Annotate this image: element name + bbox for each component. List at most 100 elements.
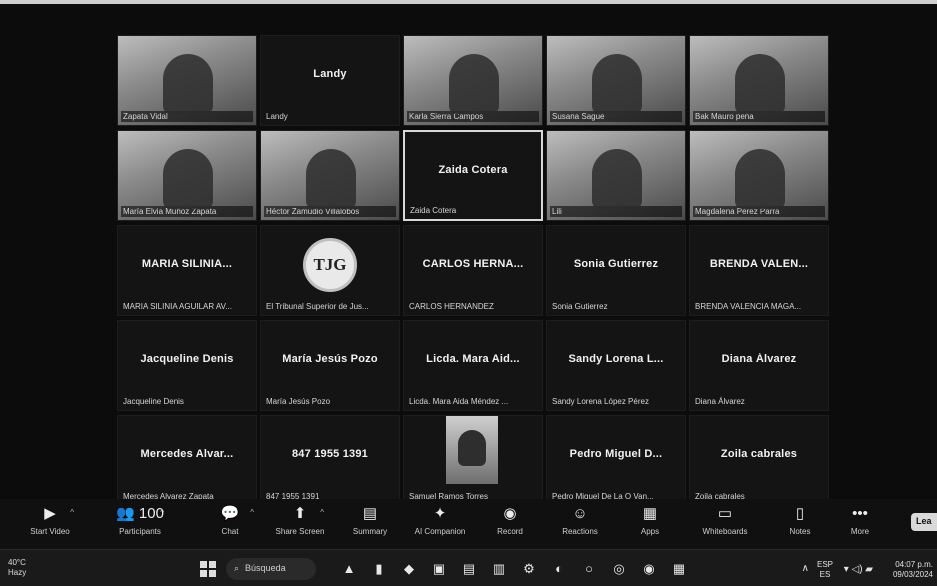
participant-tile[interactable]: Bak Mauro peña [689,35,829,126]
participant-tile[interactable]: Licda. Mara Aid... Licda. Mara Aida Ménde… [403,320,543,411]
windows-start-icon[interactable] [200,561,216,577]
participant-tile[interactable]: Lili [546,130,686,221]
participant-tile[interactable]: Zoila cabrales Zoila cabrales [689,415,829,506]
participant-tile[interactable]: Sandy Lorena L... Sandy Lorena López Pére… [546,320,686,411]
participant-tile[interactable]: Pedro Miguel D... Pedro Miguel De La O Va… [546,415,686,506]
toolbar-label: Start Video [30,527,70,536]
apps-icon: ▦ [642,505,658,522]
taskbar-app-icon[interactable]: ◉ [640,560,658,578]
ai-companion-button[interactable]: ✦ AI Companion [410,505,470,536]
taskbar-app-icon[interactable]: ▲ [340,560,358,578]
taskbar-app-icon[interactable]: ◆ [400,560,418,578]
participant-tile[interactable]: Karla Sierra Campos [403,35,543,126]
participant-name-tag: Bak Mauro peña [693,111,825,122]
language-indicator[interactable]: ESP ES [815,560,835,580]
participant-name-tag: Zaida Cotera [410,206,457,215]
participant-tile[interactable]: MARIA SILINIA... MARIA SILINIA AGUILAR AV… [117,225,257,316]
taskbar-search[interactable]: ⌕ Búsqueda [226,558,316,580]
participant-name-tag: María Jesús Pozo [266,397,331,406]
participant-display-name: Pedro Miguel D... [569,448,663,460]
participant-display-name: MARIA SILINIA... [141,258,233,270]
zoom-window: Zapata Vidal Landy Landy Karla Sierra Campo… [0,0,937,586]
taskbar-app-icon[interactable]: ▮ [370,560,388,578]
taskbar-app-icon[interactable]: ▤ [460,560,478,578]
keyboard-code: ES [819,570,831,579]
participant-display-name: María Jesús Pozo [282,353,378,365]
record-icon: ◉ [503,505,517,522]
participant-name-tag: Susana Sagué [550,111,682,122]
taskbar-app-icon[interactable]: ▥ [490,560,508,578]
participant-tile[interactable]: Mercedes Alvar... Mercedes Alvarez Zapata [117,415,257,506]
gallery-view: Zapata Vidal Landy Landy Karla Sierra Campo… [117,35,829,506]
participant-name-tag: El Tribunal Superior de Jus... [266,302,369,311]
taskbar-app-icon[interactable]: ◐ [550,560,568,578]
toolbar-label: Reactions [562,527,598,536]
more-icon: ••• [852,505,868,522]
network-volume-icons[interactable]: ▾ ◁) ▰ [844,564,873,575]
ai-companion-icon: ✦ [433,505,447,522]
participants-button[interactable]: 👥 100 Participants ^ [110,505,170,536]
apps-button[interactable]: ▦ Apps [620,505,680,536]
participant-tile[interactable]: Zapata Vidal [117,35,257,126]
search-placeholder: Búsqueda [245,563,286,573]
chevron-up-icon[interactable]: ^ [160,508,164,517]
participant-tile[interactable]: BRENDA VALEN... BRENDA VALENCIA MAGA... [689,225,829,316]
participant-tile[interactable]: TJG El Tribunal Superior de Jus... [260,225,400,316]
start-video-button[interactable]: ▶ Start Video ^ [20,505,80,536]
participant-tile[interactable]: Sonia Gutierrez Sonia Gutierrez [546,225,686,316]
participant-name-tag: María Elvia Muñoz Zapata [121,206,253,217]
participant-name-tag: BRENDA VALENCIA MAGA... [695,302,802,311]
participant-name-tag: Sandy Lorena López Pérez [552,397,649,406]
weather-widget[interactable]: 40°C Hazy [8,558,26,578]
clock[interactable]: 04:07 p.m. 09/03/2024 [877,560,933,580]
toolbar-label: Participants [119,527,161,536]
toolbar-label: Record [497,527,523,536]
participant-tile[interactable]: Landy Landy [260,35,400,126]
participant-display-name: Sonia Gutierrez [573,258,659,270]
participant-name-tag: Lili [550,206,682,217]
reactions-button[interactable]: ☺ Reactions [550,505,610,536]
participant-tile[interactable]: Jacqueline Denis Jacqueline Denis [117,320,257,411]
participant-display-name: Landy [313,68,347,80]
language-code: ESP [816,560,833,569]
participant-display-name: Jacqueline Denis [140,353,234,365]
participant-name-tag: Jacqueline Denis [123,397,184,406]
summary-button[interactable]: ▤ Summary [340,505,400,536]
participant-name-tag: Magdalena Pérez Parra [693,206,825,217]
chevron-up-icon[interactable]: ∧ [802,563,809,574]
taskbar-app-icon[interactable]: ⚙ [520,560,538,578]
clock-date: 09/03/2024 [892,570,933,579]
notes-button[interactable]: ▯ Notes [770,505,830,536]
participant-display-name: 847 1955 1391 [291,448,368,460]
participant-tile[interactable]: María Jesús Pozo María Jesús Pozo [260,320,400,411]
taskbar-app-icon[interactable]: ▣ [430,560,448,578]
reactions-icon: ☺ [572,505,588,522]
participant-tile[interactable]: Susana Sagué [546,35,686,126]
leave-button[interactable]: Lea [911,513,937,531]
participant-tile[interactable]: Zaida Cotera Zaida Cotera [403,130,543,221]
participant-tile[interactable]: María Elvia Muñoz Zapata [117,130,257,221]
participant-tile[interactable]: Samuel Ramos Torres [403,415,543,506]
taskbar-app-icon[interactable]: ▦ [670,560,688,578]
chevron-up-icon[interactable]: ^ [70,508,74,517]
participant-tile[interactable]: Magdalena Pérez Parra [689,130,829,221]
record-button[interactable]: ◉ Record [480,505,540,536]
chevron-up-icon[interactable]: ^ [320,508,324,517]
participant-tile[interactable]: Diana Álvarez Diana Álvarez [689,320,829,411]
participant-name-tag: Landy [266,112,288,121]
toolbar-label: Apps [640,527,660,536]
chevron-up-icon[interactable]: ^ [250,508,254,517]
chat-button[interactable]: 💬 Chat ^ [200,505,260,536]
participant-tile[interactable]: Héctor Zamudio Villalobos [260,130,400,221]
toolbar-label: Summary [352,527,388,536]
participant-tile[interactable]: CARLOS HERNA... CARLOS HERNANDEZ [403,225,543,316]
weather-temp: 40°C [8,558,26,567]
share-screen-button[interactable]: ⬆ Share Screen ^ [270,505,330,536]
taskbar-app-icon[interactable]: ◎ [610,560,628,578]
participant-tile[interactable]: 847 1955 1391 847 1955 1391 [260,415,400,506]
participant-name-tag: Héctor Zamudio Villalobos [264,206,396,217]
participant-display-name: Mercedes Alvar... [140,448,234,460]
taskbar-app-icon[interactable]: ○ [580,560,598,578]
whiteboards-button[interactable]: ▭ Whiteboards [695,505,755,536]
more-button[interactable]: ••• More [830,505,890,536]
